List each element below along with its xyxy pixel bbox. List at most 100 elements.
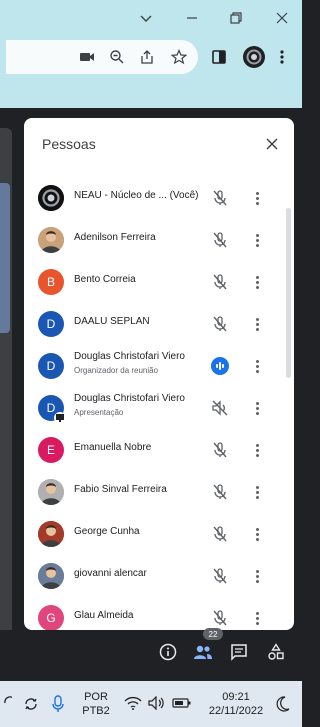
battery-icon[interactable] (172, 697, 192, 711)
mic-off-icon[interactable] (210, 230, 230, 250)
avatar-letter: D (46, 359, 56, 373)
avatar: D (38, 353, 64, 379)
microphone-icon[interactable] (50, 695, 66, 713)
more-options-icon[interactable] (250, 524, 264, 544)
close-panel-button[interactable] (262, 134, 282, 154)
participant-row[interactable]: E Emanuella Nobre (24, 430, 282, 472)
avatar-letter: B (46, 275, 55, 289)
participant-name: Adenilson Ferreira (74, 232, 156, 243)
participant-name: Emanuella Nobre (74, 442, 152, 453)
restore-button[interactable] (222, 6, 250, 30)
video-tile-highlight (0, 183, 10, 333)
mic-off-icon[interactable] (210, 566, 230, 586)
zoom-out-icon[interactable] (108, 48, 126, 66)
participant-row[interactable]: George Cunha (24, 514, 282, 556)
meeting-info-button[interactable] (158, 642, 178, 662)
avatar: B (38, 269, 64, 295)
clock-time: 09:21 (222, 691, 250, 703)
panel-title: Pessoas (42, 136, 96, 152)
more-options-icon[interactable] (250, 566, 264, 586)
participant-row[interactable]: Fabio Sinval Ferreira (24, 472, 282, 514)
sync-icon[interactable] (2, 695, 12, 711)
participant-name: Douglas Christofari Viero (74, 393, 185, 404)
mic-off-icon[interactable] (210, 188, 230, 208)
avatar (38, 227, 64, 253)
participant-row[interactable]: G Glau Almeida (24, 598, 282, 630)
avatar-letter: G (46, 611, 56, 625)
mic-off-icon[interactable] (210, 314, 230, 334)
speaking-indicator-icon[interactable] (210, 356, 230, 376)
people-panel: Pessoas NEAU - Núcleo de ... (Você) Adeni… (24, 118, 294, 630)
language-indicator[interactable]: POR PTB2 (78, 690, 114, 718)
keyboard-layout-label: PTB2 (82, 705, 110, 717)
window-close-button[interactable] (268, 6, 296, 30)
participant-name: Bento Correia (74, 274, 136, 285)
volume-off-icon[interactable] (210, 398, 230, 418)
more-options-icon[interactable] (250, 398, 264, 418)
participant-name: giovanni alencar (74, 568, 147, 579)
participant-name: NEAU - Núcleo de ... (Você) (74, 190, 199, 201)
participant-row[interactable]: Adenilson Ferreira (24, 220, 282, 262)
chevron-down-icon[interactable] (132, 6, 160, 30)
share-icon[interactable] (138, 48, 156, 66)
browser-menu-icon[interactable] (274, 47, 290, 67)
participant-row[interactable]: giovanni alencar (24, 556, 282, 598)
camera-icon[interactable] (78, 48, 96, 66)
mic-off-icon[interactable] (210, 272, 230, 292)
participant-name: DAALU SEPLAN (74, 316, 150, 327)
minimize-button[interactable] (178, 6, 206, 30)
people-icon (194, 645, 212, 659)
volume-icon[interactable] (148, 695, 166, 712)
notifications-icon[interactable] (274, 695, 292, 713)
people-count-badge: 22 (203, 628, 223, 640)
info-icon (159, 643, 177, 661)
star-icon[interactable] (170, 48, 188, 66)
scrollbar[interactable] (286, 208, 291, 378)
mic-off-icon[interactable] (210, 440, 230, 460)
participant-row[interactable]: D Douglas Christofari Viero Apresentação (24, 388, 282, 430)
avatar (38, 521, 64, 547)
chat-button[interactable] (229, 642, 249, 662)
windows-taskbar: POR PTB2 09:21 22/11/2022 (0, 681, 302, 727)
more-options-icon[interactable] (250, 356, 264, 376)
more-options-icon[interactable] (250, 272, 264, 292)
participant-row[interactable]: D DAALU SEPLAN (24, 304, 282, 346)
participant-name: George Cunha (74, 526, 140, 537)
avatar (38, 479, 64, 505)
more-options-icon[interactable] (250, 230, 264, 250)
chat-icon (231, 644, 247, 661)
participant-row[interactable]: NEAU - Núcleo de ... (Você) (24, 178, 282, 220)
meet-page: Pessoas NEAU - Núcleo de ... (Você) Adeni… (0, 108, 302, 681)
clock[interactable]: 09:21 22/11/2022 (204, 690, 268, 718)
address-bar[interactable] (6, 40, 198, 74)
meeting-controls-bar (0, 630, 302, 680)
wifi-icon[interactable] (124, 696, 142, 712)
avatar: E (38, 437, 64, 463)
onedrive-sync-icon[interactable] (22, 695, 40, 713)
close-icon (266, 138, 278, 150)
avatar-letter: E (46, 443, 55, 457)
more-options-icon[interactable] (250, 314, 264, 334)
people-button[interactable] (193, 642, 213, 662)
more-options-icon[interactable] (250, 188, 264, 208)
mic-off-icon[interactable] (210, 482, 230, 502)
avatar (38, 563, 64, 589)
more-options-icon[interactable] (250, 482, 264, 502)
browser-toolbar (0, 36, 302, 78)
mic-off-icon[interactable] (210, 524, 230, 544)
participant-name: Douglas Christofari Viero (74, 351, 185, 362)
more-options-icon[interactable] (250, 440, 264, 460)
shapes-icon (268, 643, 284, 660)
profile-avatar[interactable] (242, 45, 266, 69)
participant-name: Glau Almeida (74, 610, 134, 621)
avatar (38, 185, 64, 211)
activities-button[interactable] (266, 642, 286, 662)
participant-row[interactable]: B Bento Correia (24, 262, 282, 304)
more-options-icon[interactable] (250, 608, 264, 628)
participant-role: Organizador da reunião (74, 366, 159, 375)
participant-row[interactable]: D Douglas Christofari Viero Organizador da… (24, 346, 282, 388)
avatar-letter: D (46, 317, 56, 331)
browser-titlebar (0, 0, 302, 36)
mic-off-icon[interactable] (210, 608, 230, 628)
side-panel-icon[interactable] (210, 48, 228, 66)
